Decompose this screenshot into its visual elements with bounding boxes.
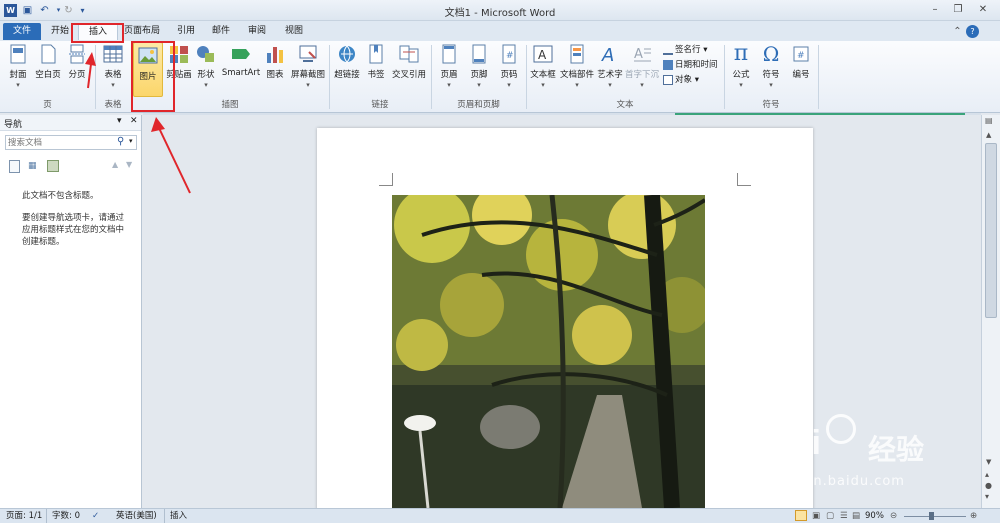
arrow-head-icon	[151, 117, 165, 132]
arrow-head-icon	[85, 52, 96, 66]
arrow-to-picture-button	[158, 127, 191, 194]
annotation-arrows	[85, 52, 191, 194]
